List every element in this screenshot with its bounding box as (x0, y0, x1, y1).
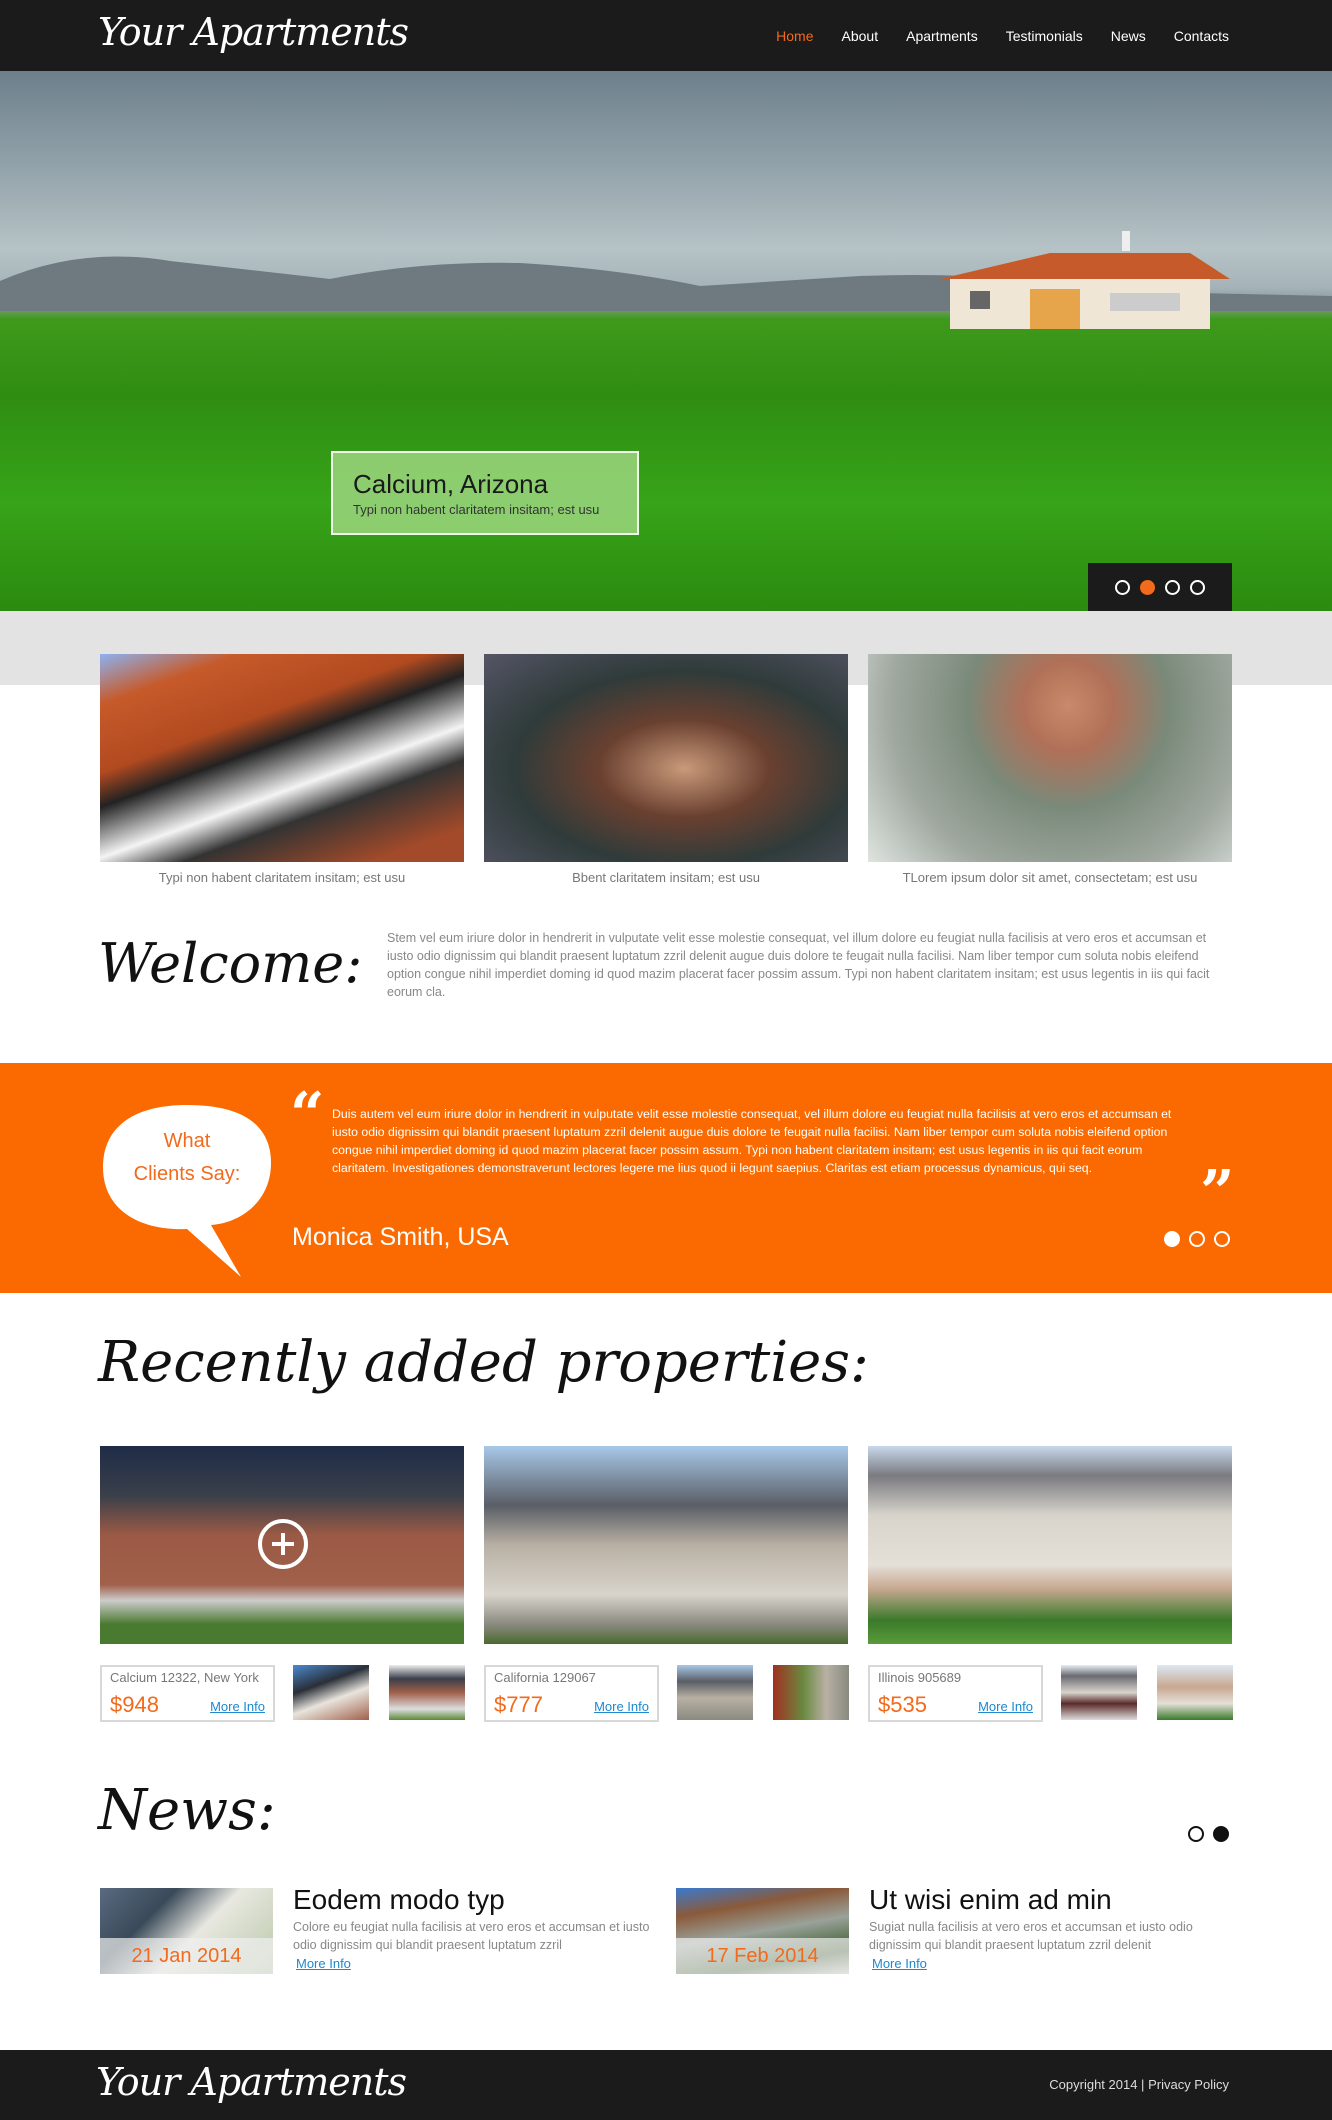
feature-item[interactable]: TLorem ipsum dolor sit amet, consectetam… (868, 654, 1232, 885)
news-excerpt: Colore eu feugiat nulla facilisis at ver… (293, 1920, 650, 1952)
open-quote-icon: “ (290, 1080, 325, 1150)
nav-home[interactable]: Home (776, 28, 813, 44)
property-thumbnail[interactable] (1061, 1665, 1137, 1720)
hero-pagination (1088, 563, 1232, 611)
property-price: $948 (110, 1692, 159, 1717)
testimonial-dot-3[interactable] (1214, 1231, 1230, 1247)
property-photo[interactable] (868, 1446, 1232, 1644)
property-more-info-link[interactable]: More Info (978, 1699, 1033, 1714)
nav-about[interactable]: About (842, 28, 879, 44)
feature-item[interactable]: Bbent claritatem insitam; est usu (484, 654, 848, 885)
property-photo[interactable] (100, 1446, 464, 1644)
property-address: Illinois 905689 (878, 1670, 962, 1685)
property-more-info-link[interactable]: More Info (210, 1699, 265, 1714)
footer-logo[interactable]: Your Apartments (96, 2060, 407, 2104)
nav-contacts[interactable]: Contacts (1174, 28, 1229, 44)
footer-copyright: Copyright 2014 | Privacy Policy (1049, 2077, 1229, 2092)
property-info: Illinois 905689 $535 More Info (868, 1665, 1043, 1722)
news-date: 17 Feb 2014 (676, 1938, 849, 1974)
hero-dot-1[interactable] (1115, 579, 1130, 595)
testimonial-text: Duis autem vel eum iriure dolor in hendr… (332, 1107, 1172, 1175)
property-price: $777 (494, 1692, 543, 1717)
news-pagination (1188, 1826, 1229, 1842)
news-more-info-link[interactable]: More Info (296, 1956, 351, 1971)
nav-apartments[interactable]: Apartments (906, 28, 978, 44)
slide-caption-subtitle: Typi non habent claritatem insitam; est … (353, 502, 600, 517)
properties-title: Recently added properties: (98, 1330, 869, 1395)
news-item: 21 Jan 2014 Eodem modo typ Colore eu feu… (100, 1884, 660, 1978)
hero-slider: Calcium, Arizona Typi non habent clarita… (0, 71, 1332, 611)
nav-news[interactable]: News (1111, 28, 1146, 44)
news-headline[interactable]: Ut wisi enim ad min (869, 1884, 1112, 1916)
main-nav: Home About Apartments Testimonials News … (776, 28, 1229, 44)
property-thumbnail[interactable] (389, 1665, 465, 1720)
property-info: California 129067 $777 More Info (484, 1665, 659, 1722)
testimonial-dot-1[interactable] (1164, 1231, 1180, 1247)
feature-caption: Typi non habent claritatem insitam; est … (158, 870, 406, 885)
property-address: Calcium 12322, New York (110, 1670, 259, 1685)
site-footer: Your Apartments Copyright 2014 | Privacy… (0, 2050, 1332, 2120)
site-header: Your Apartments Home About Apartments Te… (0, 0, 1332, 71)
handshake-photo[interactable] (484, 654, 848, 862)
hero-dot-4[interactable] (1190, 579, 1205, 595)
property-card: Illinois 905689 $535 More Info (868, 1446, 1233, 1722)
copyright-text: Copyright 2014 | (1049, 2077, 1145, 2092)
testimonial-pagination (1164, 1231, 1230, 1247)
keys-photo[interactable] (868, 654, 1232, 862)
property-thumbnail[interactable] (1157, 1665, 1233, 1720)
news-dot-1[interactable] (1188, 1826, 1204, 1842)
welcome-text: Stem vel eum iriure dolor in hendrerit i… (387, 931, 1210, 999)
roof-windows-photo[interactable] (100, 654, 464, 862)
nav-testimonials[interactable]: Testimonials (1006, 28, 1083, 44)
property-card: California 129067 $777 More Info (484, 1446, 849, 1722)
property-info: Calcium 12322, New York $948 More Info (100, 1665, 275, 1722)
property-photo[interactable] (484, 1446, 848, 1644)
feature-item[interactable]: Typi non habent claritatem insitam; est … (100, 654, 464, 885)
news-headline[interactable]: Eodem modo typ (293, 1884, 505, 1916)
property-price: $535 (878, 1692, 927, 1717)
testimonial-author: Monica Smith, USA (292, 1223, 509, 1251)
feature-caption: Bbent claritatem insitam; est usu (572, 870, 760, 885)
welcome-title: Welcome: (98, 932, 363, 995)
news-date: 21 Jan 2014 (100, 1938, 273, 1974)
house-graphic (940, 231, 1230, 329)
property-address: California 129067 (494, 1670, 596, 1685)
news-excerpt: Sugiat nulla facilisis at vero eros et a… (869, 1920, 1193, 1952)
slide-caption-title: Calcium, Arizona (353, 469, 549, 499)
hero-dot-3[interactable] (1165, 579, 1180, 595)
property-thumbnail[interactable] (773, 1665, 849, 1720)
testimonial-dot-2[interactable] (1189, 1231, 1205, 1247)
privacy-policy-link[interactable]: Privacy Policy (1148, 2077, 1229, 2092)
property-thumbnail[interactable] (293, 1665, 369, 1720)
close-quote-icon: ” (1200, 1158, 1235, 1228)
property-card: Calcium 12322, New York $948 More Info (100, 1446, 465, 1722)
zoom-plus-icon[interactable] (258, 1519, 308, 1569)
testimonials-section: What Clients Say: “ Duis autem vel eum i… (0, 1063, 1332, 1293)
news-dot-2[interactable] (1213, 1826, 1229, 1842)
property-thumbnail[interactable] (677, 1665, 753, 1720)
feature-caption: TLorem ipsum dolor sit amet, consectetam… (902, 870, 1198, 885)
bubble-line-2: Clients Say: (133, 1163, 241, 1185)
slide-caption: Calcium, Arizona Typi non habent clarita… (331, 451, 639, 535)
site-logo[interactable]: Your Apartments (98, 10, 409, 54)
bubble-label: What Clients Say: (101, 1125, 273, 1191)
news-more-info-link[interactable]: More Info (872, 1956, 927, 1971)
news-item: 17 Feb 2014 Ut wisi enim ad min Sugiat n… (676, 1884, 1236, 1978)
property-more-info-link[interactable]: More Info (594, 1699, 649, 1714)
bubble-line-1: What (163, 1130, 211, 1152)
hero-dot-2[interactable] (1140, 579, 1155, 595)
news-title: News: (98, 1778, 276, 1843)
